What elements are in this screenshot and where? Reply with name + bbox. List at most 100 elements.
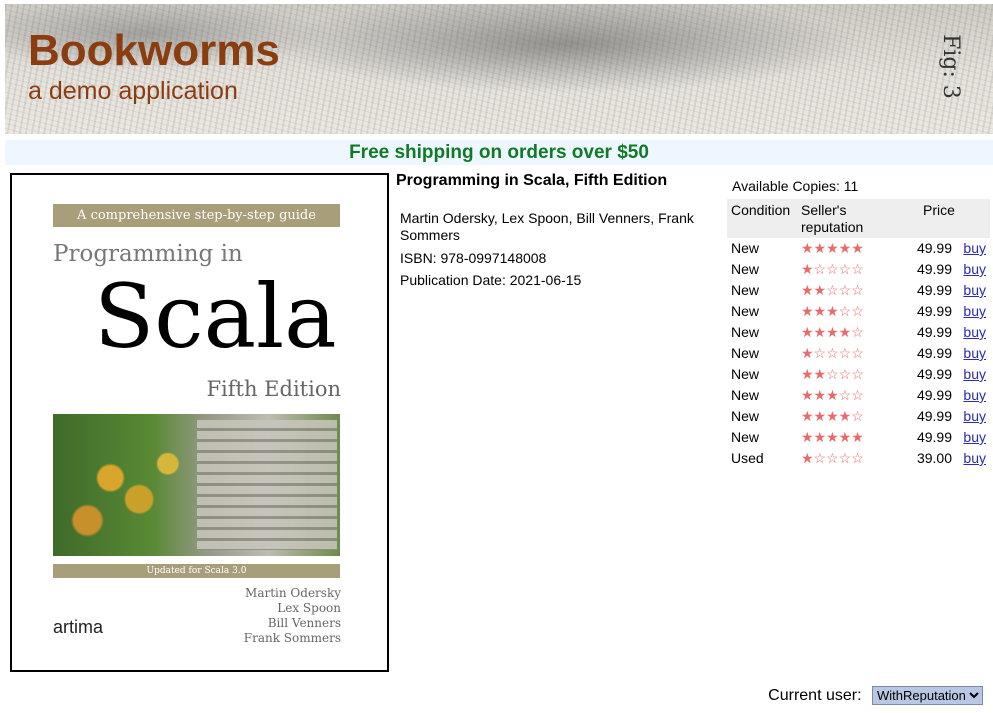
buy-link[interactable]: buy [963, 324, 986, 340]
star-rating-icon: ★☆☆☆☆ [801, 345, 864, 361]
buy-link[interactable]: buy [963, 261, 986, 277]
buy-cell: buy [952, 280, 990, 301]
offer-condition: New [731, 387, 760, 403]
book-details: Programming in Scala, Fifth Edition Mart… [396, 172, 716, 288]
offer-condition: New [731, 282, 760, 298]
offer-condition: New [731, 366, 760, 382]
buy-link[interactable]: buy [963, 450, 986, 466]
buy-cell: buy [952, 448, 990, 469]
seller-reputation-stars: ★★☆☆☆ [797, 364, 899, 385]
buy-cell: buy [952, 301, 990, 322]
book-isbn: ISBN: 978-0997148008 [400, 250, 547, 266]
offer-price: 49.99 [916, 345, 952, 361]
buy-cell: buy [952, 427, 990, 448]
cover-author: Martin Odersky [245, 586, 341, 600]
publisher-logo: artima [53, 617, 104, 637]
buy-cell: buy [952, 406, 990, 427]
cover-title-line2: Scala [94, 265, 337, 368]
cover-author: Bill Venners [267, 616, 341, 630]
buy-cell: buy [952, 238, 990, 259]
star-rating-icon: ★★★☆☆ [801, 387, 864, 403]
offer-condition: New [731, 345, 760, 361]
book-title: Programming in Scala, Fifth Edition [396, 172, 668, 189]
buy-link[interactable]: buy [963, 303, 986, 319]
star-rating-icon: ★☆☆☆☆ [801, 261, 864, 277]
buy-cell: buy [952, 343, 990, 364]
seller-reputation-stars: ★★★★☆ [797, 406, 899, 427]
book-cover: A comprehensive step-by-step guide Progr… [10, 173, 389, 672]
cover-title-line1: Programming in [53, 241, 243, 267]
buy-cell: buy [952, 259, 990, 280]
offer-row: New ★★★★★ 49.99 buy [727, 427, 990, 448]
seller-reputation-stars: ★☆☆☆☆ [797, 259, 899, 280]
offer-price: 49.99 [916, 240, 952, 256]
star-rating-icon: ★★★☆☆ [801, 303, 864, 319]
offer-condition: Used [731, 450, 764, 466]
cover-tagline: A comprehensive step-by-step guide [53, 204, 340, 227]
cover-photo-steps [197, 420, 337, 550]
offer-condition: New [731, 324, 760, 340]
offer-price: 49.99 [916, 261, 952, 277]
offer-price: 49.99 [916, 282, 952, 298]
header-condition: Condition [727, 199, 797, 238]
seller-reputation-stars: ★★★☆☆ [797, 385, 899, 406]
offer-price: 49.99 [916, 408, 952, 424]
offer-row: New ★★★★☆ 49.99 buy [727, 322, 990, 343]
buy-cell: buy [952, 364, 990, 385]
buy-link[interactable]: buy [963, 366, 986, 382]
offer-row: New ★★★☆☆ 49.99 buy [727, 385, 990, 406]
book-publication-date: Publication Date: 2021-06-15 [400, 272, 582, 288]
shipping-banner: Free shipping on orders over $50 [5, 140, 993, 165]
seller-reputation-stars: ★★☆☆☆ [797, 280, 899, 301]
offer-row: New ★★★★★ 49.99 buy [727, 238, 990, 259]
header-reputation: Seller's reputation [797, 199, 899, 238]
star-rating-icon: ★★☆☆☆ [801, 366, 864, 382]
buy-link[interactable]: buy [963, 345, 986, 361]
offer-condition: New [731, 261, 760, 277]
offer-row: New ★☆☆☆☆ 49.99 buy [727, 343, 990, 364]
current-user-bar: Current user: WithReputation [768, 686, 983, 705]
figure-label-decoration: Fig: 3 [938, 34, 964, 99]
buy-link[interactable]: buy [963, 282, 986, 298]
offer-price: 49.99 [916, 429, 952, 445]
app-title: Bookworms [28, 26, 280, 75]
offer-condition: New [731, 408, 760, 424]
seller-reputation-stars: ★★★★☆ [797, 322, 899, 343]
header-price: Price [899, 199, 990, 238]
seller-reputation-stars: ★☆☆☆☆ [797, 343, 899, 364]
offer-price: 49.99 [916, 324, 952, 340]
cover-author: Lex Spoon [277, 601, 341, 615]
star-rating-icon: ★★★★★ [801, 240, 864, 256]
seller-reputation-stars: ★★★★★ [797, 238, 899, 259]
offer-condition: New [731, 303, 760, 319]
buy-link[interactable]: buy [963, 408, 986, 424]
header-banner-image: Fig: 3 Bookworms a demo application [5, 4, 993, 134]
star-rating-icon: ★☆☆☆☆ [801, 450, 864, 466]
star-rating-icon: ★★★★☆ [801, 408, 864, 424]
buy-link[interactable]: buy [963, 240, 986, 256]
offer-row: New ★★★☆☆ 49.99 buy [727, 301, 990, 322]
offers-table: Condition Seller's reputation Price New ★… [727, 199, 990, 469]
app-subtitle: a demo application [28, 77, 238, 105]
seller-reputation-stars: ★☆☆☆☆ [797, 448, 899, 469]
offer-row: Used ★☆☆☆☆ 39.00 buy [727, 448, 990, 469]
star-rating-icon: ★★★★★ [801, 429, 864, 445]
star-rating-icon: ★★☆☆☆ [801, 282, 864, 298]
offers-header-row: Condition Seller's reputation Price [727, 199, 990, 238]
offer-price: 49.99 [916, 303, 952, 319]
offer-row: New ★★★★☆ 49.99 buy [727, 406, 990, 427]
cover-update-note: Updated for Scala 3.0 [53, 564, 340, 578]
offer-price: 49.99 [916, 366, 952, 382]
offer-row: New ★★☆☆☆ 49.99 buy [727, 364, 990, 385]
book-authors: Martin Odersky, Lex Spoon, Bill Venners,… [400, 210, 694, 243]
buy-cell: buy [952, 322, 990, 343]
offer-row: New ★☆☆☆☆ 49.99 buy [727, 259, 990, 280]
buy-cell: buy [952, 385, 990, 406]
current-user-label: Current user: [768, 687, 862, 704]
buy-link[interactable]: buy [963, 429, 986, 445]
seller-reputation-stars: ★★★★★ [797, 427, 899, 448]
offer-condition: New [731, 240, 760, 256]
user-select[interactable]: WithReputation [872, 686, 983, 705]
buy-link[interactable]: buy [963, 387, 986, 403]
available-copies: Available Copies: 11 [732, 178, 859, 194]
